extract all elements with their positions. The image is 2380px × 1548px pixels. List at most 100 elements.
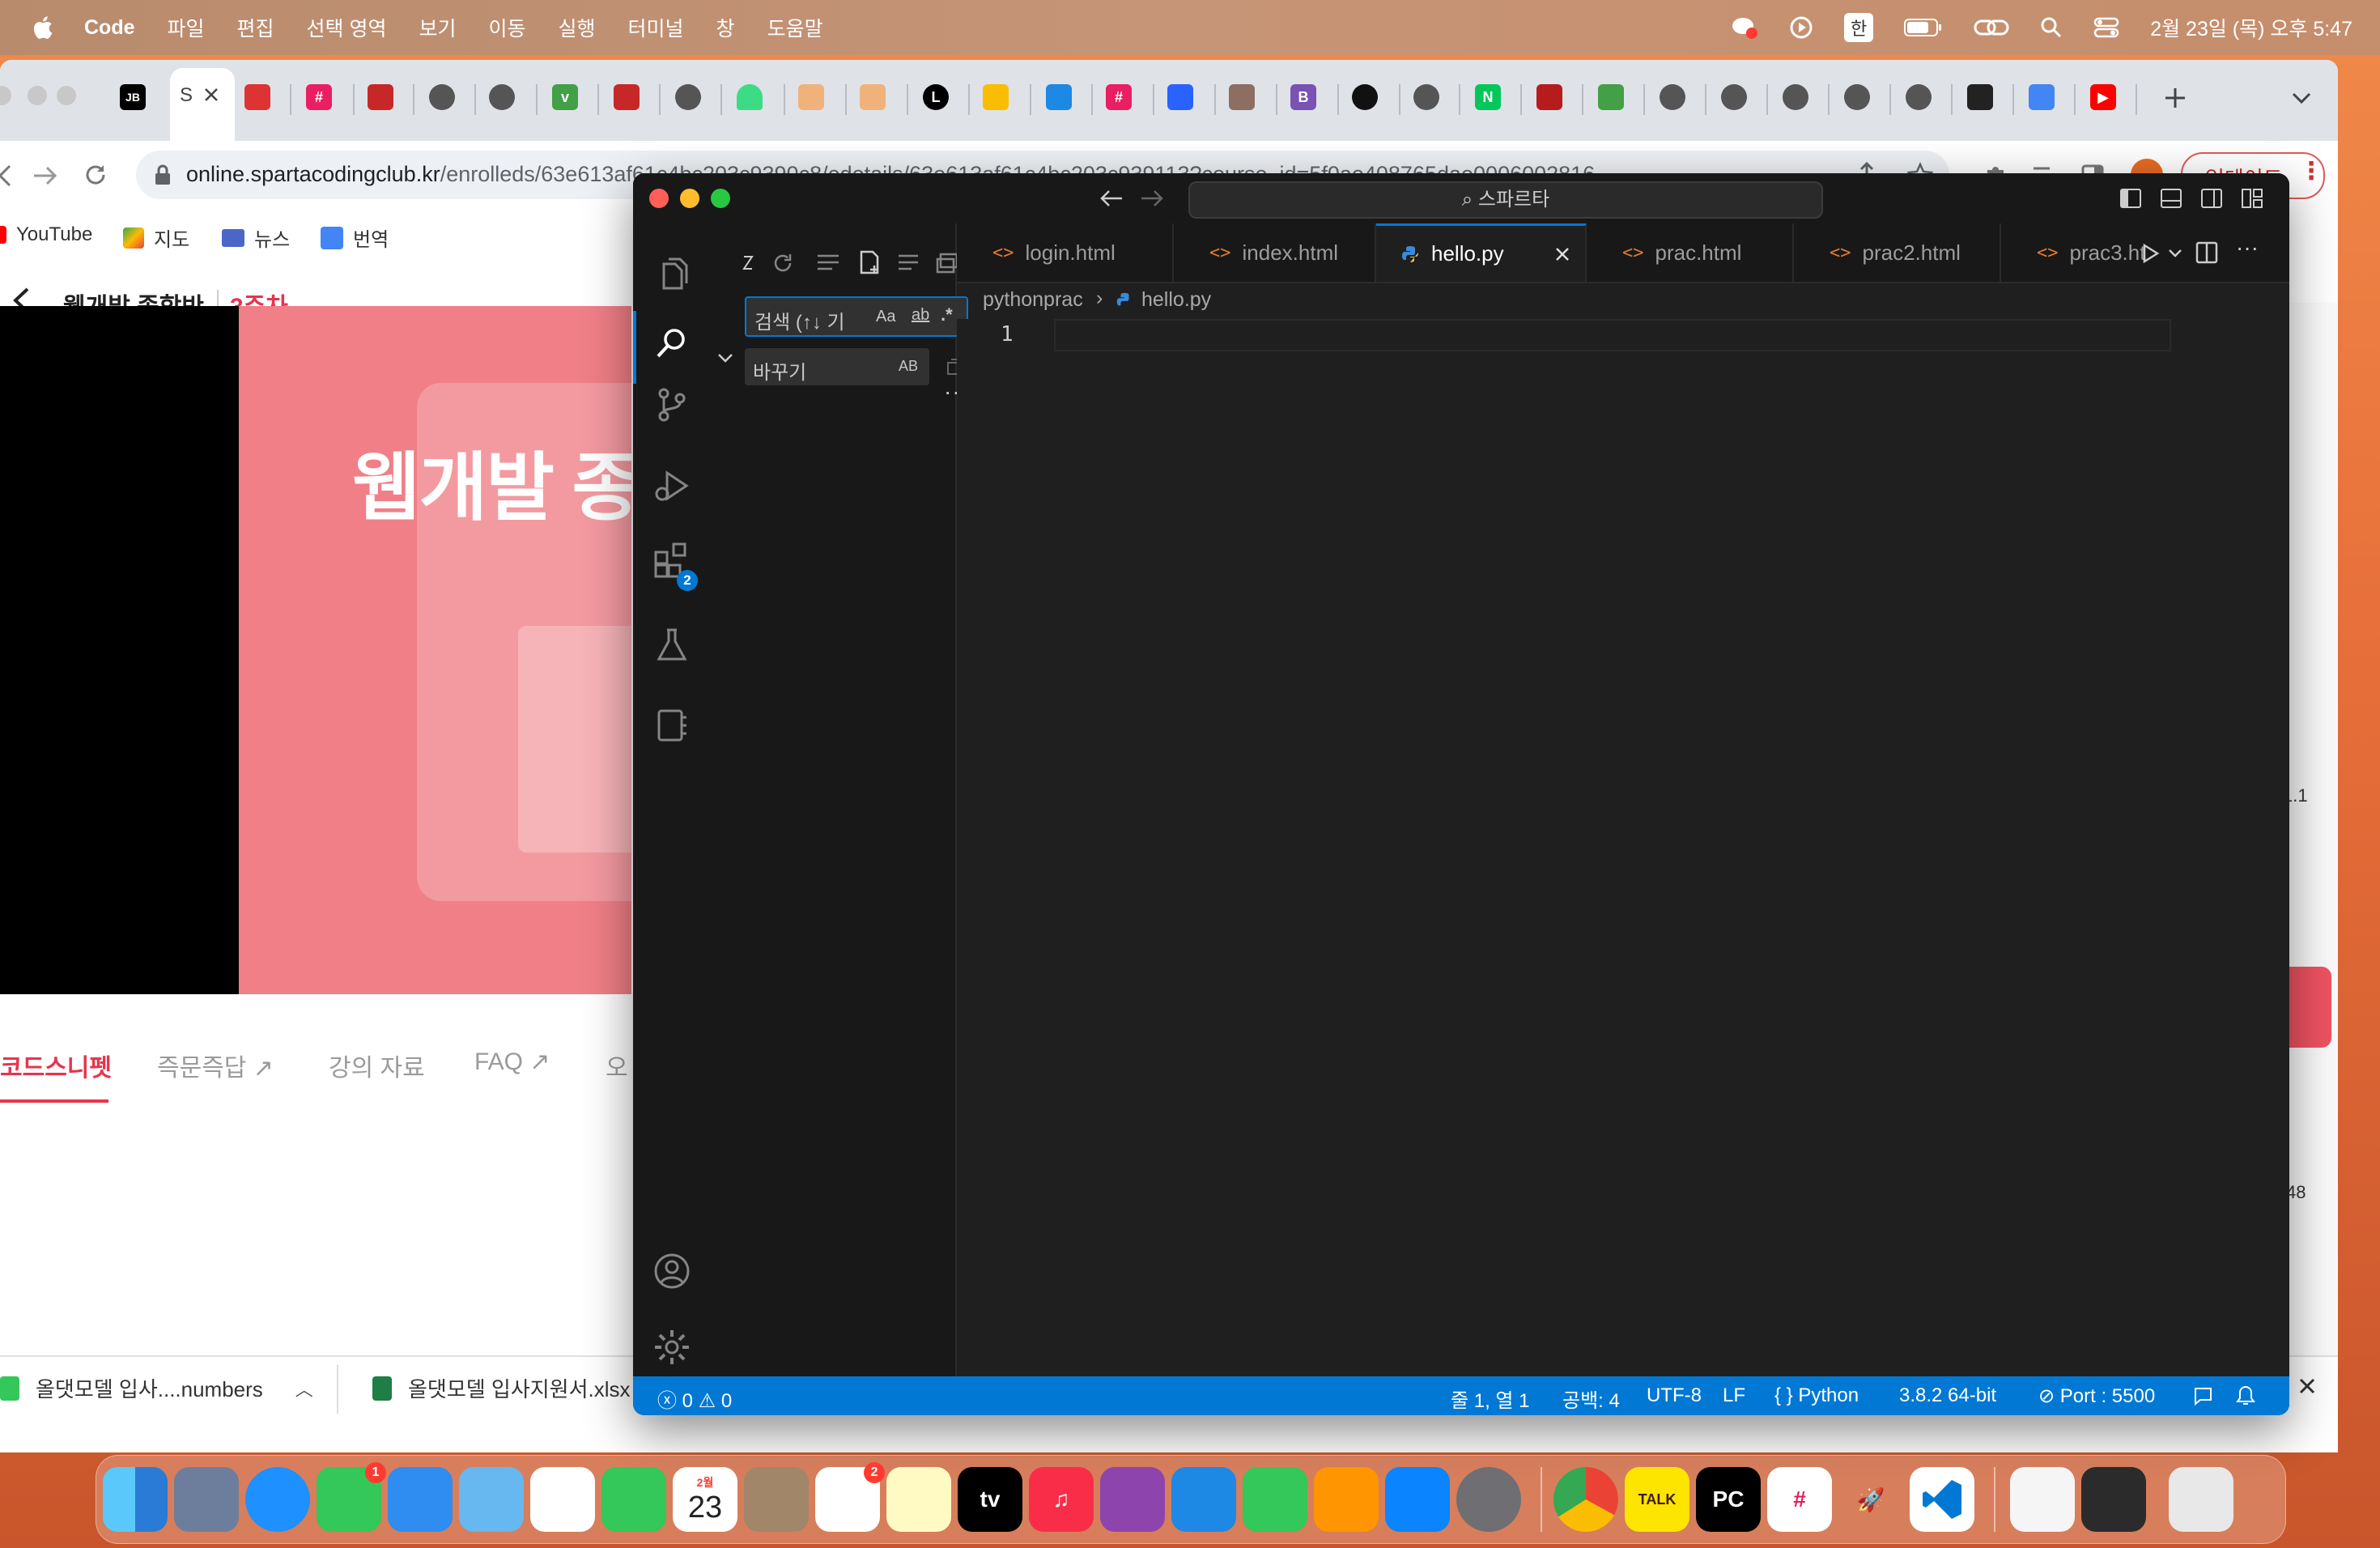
breadcrumb-file[interactable]: hello.py bbox=[1141, 288, 1211, 312]
notifications-bell-icon[interactable] bbox=[2236, 1384, 2255, 1407]
reload-icon[interactable] bbox=[83, 162, 108, 188]
run-python-file-icon[interactable] bbox=[2142, 243, 2160, 264]
photos-icon[interactable] bbox=[530, 1467, 595, 1532]
tab-red-book-icon[interactable] bbox=[244, 84, 270, 110]
tab-dots-icon[interactable] bbox=[1967, 84, 1993, 110]
safari-icon[interactable] bbox=[245, 1467, 310, 1532]
forward-icon[interactable] bbox=[32, 164, 58, 188]
preserve-case-toggle[interactable]: AB bbox=[899, 358, 918, 375]
tab-vimeo-icon[interactable]: v bbox=[552, 84, 578, 110]
toggle-panel-icon[interactable] bbox=[2160, 188, 2182, 209]
tab-bootstrap-icon[interactable]: B bbox=[1290, 84, 1316, 110]
active-browser-tab[interactable]: S bbox=[170, 68, 235, 141]
tab-faq[interactable]: FAQ ↗ bbox=[474, 1048, 550, 1076]
finder-icon[interactable] bbox=[103, 1467, 168, 1532]
run-options-chevron-icon[interactable] bbox=[2168, 248, 2182, 259]
close-downloads-icon[interactable] bbox=[2297, 1376, 2317, 1396]
window-minimize-inactive[interactable] bbox=[28, 86, 47, 105]
tab-android-icon[interactable] bbox=[737, 84, 763, 110]
command-center[interactable]: ⌕ 스파르타 bbox=[1188, 181, 1823, 219]
cursor-position[interactable]: 줄 1, 열 1 bbox=[1451, 1384, 1530, 1413]
contacts-icon[interactable] bbox=[744, 1467, 809, 1532]
bookmark-youtube[interactable]: YouTube bbox=[0, 223, 92, 246]
tab-search-chevron-icon[interactable] bbox=[2291, 91, 2312, 105]
accounts-icon[interactable] bbox=[652, 1252, 691, 1291]
chevron-up-icon[interactable]: ︿ bbox=[295, 1376, 313, 1401]
menu-view[interactable]: 보기 bbox=[419, 13, 456, 42]
menu-edit[interactable]: 편집 bbox=[237, 13, 274, 42]
tab-code-snippet[interactable]: 코드스니펫 bbox=[0, 1048, 112, 1083]
tab-slack-icon[interactable]: # bbox=[306, 84, 332, 110]
menu-run[interactable]: 실행 bbox=[559, 13, 596, 42]
lock-icon[interactable] bbox=[154, 164, 172, 186]
regex-toggle[interactable]: .* bbox=[941, 304, 953, 325]
window-zoom-button[interactable] bbox=[711, 189, 730, 208]
maps-app-icon[interactable] bbox=[459, 1467, 524, 1532]
tab-prac3-html[interactable]: <> prac3.ht bbox=[2001, 223, 2145, 282]
facetime-icon[interactable] bbox=[601, 1467, 666, 1532]
app-store-icon[interactable] bbox=[1385, 1467, 1450, 1532]
play-circle-icon[interactable] bbox=[1789, 15, 1813, 40]
music-icon[interactable]: ♫ bbox=[1029, 1467, 1094, 1532]
menu-selection[interactable]: 선택 영역 bbox=[307, 13, 387, 42]
vscode-icon[interactable] bbox=[1910, 1467, 1974, 1532]
tab-jar-icon[interactable] bbox=[798, 84, 824, 110]
close-tab-icon[interactable] bbox=[202, 86, 220, 104]
tab-index-html[interactable]: <> index.html bbox=[1174, 223, 1376, 282]
nav-forward-icon[interactable] bbox=[1140, 188, 1164, 209]
kakaotalk-icon[interactable]: TALK bbox=[1625, 1467, 1689, 1532]
tab-globe-icon[interactable] bbox=[489, 84, 515, 110]
tab-translate-icon[interactable] bbox=[2029, 84, 2055, 110]
apple-tv-icon[interactable]: tv bbox=[958, 1467, 1022, 1532]
tab-globe-icon[interactable] bbox=[1906, 84, 1932, 110]
menu-file[interactable]: 파일 bbox=[168, 13, 205, 42]
tab-blue-icon[interactable] bbox=[1167, 84, 1193, 110]
tab-slack-icon[interactable]: # bbox=[1106, 84, 1132, 110]
tab-globe-icon[interactable] bbox=[1413, 84, 1439, 110]
toggle-primary-sidebar-icon[interactable] bbox=[2119, 188, 2142, 209]
tab-globe-icon[interactable] bbox=[1844, 84, 1870, 110]
explorer-icon[interactable] bbox=[652, 256, 691, 295]
match-case-toggle[interactable]: Aa bbox=[876, 308, 895, 326]
apple-icon[interactable] bbox=[31, 15, 53, 40]
code-editor[interactable]: 1 bbox=[957, 319, 2289, 1376]
tab-more[interactable]: 오 bbox=[606, 1048, 628, 1083]
clock[interactable]: 2월 23일 (목) 오후 5:47 bbox=[2150, 13, 2352, 42]
notes-icon[interactable] bbox=[886, 1467, 951, 1532]
menu-go[interactable]: 이동 bbox=[489, 13, 526, 42]
tab-qna[interactable]: 즉문즉답 ↗ bbox=[157, 1048, 274, 1083]
window-close-inactive[interactable] bbox=[0, 86, 11, 105]
split-editor-icon[interactable] bbox=[2195, 241, 2218, 264]
live-server-port[interactable]: ⊘ Port : 5500 bbox=[2038, 1384, 2155, 1408]
encoding-status[interactable]: UTF-8 bbox=[1647, 1384, 1702, 1407]
menu-terminal[interactable]: 터미널 bbox=[628, 13, 684, 42]
tab-materials[interactable]: 강의 자료 bbox=[329, 1048, 425, 1083]
podcasts-icon[interactable] bbox=[1100, 1467, 1165, 1532]
new-tab-icon[interactable] bbox=[2163, 86, 2187, 110]
menu-help[interactable]: 도움말 bbox=[767, 13, 823, 42]
testing-flask-icon[interactable] bbox=[652, 625, 691, 664]
tab-books-icon[interactable] bbox=[1229, 84, 1255, 110]
back-icon[interactable] bbox=[0, 164, 13, 188]
tab-naver-icon[interactable]: N bbox=[1475, 84, 1501, 110]
system-settings-icon[interactable] bbox=[1456, 1467, 1521, 1532]
tab-red-book-icon[interactable] bbox=[368, 84, 393, 110]
search-icon[interactable] bbox=[652, 324, 691, 363]
clear-results-icon[interactable] bbox=[816, 253, 840, 274]
link-icon[interactable] bbox=[1974, 16, 2009, 39]
nav-back-icon[interactable] bbox=[1099, 188, 1124, 209]
trash-icon[interactable] bbox=[2169, 1467, 2233, 1532]
source-control-icon[interactable] bbox=[652, 385, 691, 424]
keynote-icon[interactable] bbox=[1171, 1467, 1236, 1532]
view-as-tree-icon[interactable] bbox=[897, 253, 921, 274]
terminal-window-icon[interactable] bbox=[2081, 1467, 2146, 1532]
toggle-replace-chevron-icon[interactable] bbox=[717, 353, 733, 364]
more-vertical-icon[interactable]: ⋮ bbox=[2299, 157, 2323, 185]
feedback-icon[interactable] bbox=[2192, 1386, 2213, 1406]
customize-layout-icon[interactable] bbox=[2241, 188, 2263, 209]
pages-icon[interactable] bbox=[1314, 1467, 1379, 1532]
tab-github-icon[interactable] bbox=[1352, 84, 1378, 110]
tab-globe-icon[interactable] bbox=[675, 84, 701, 110]
download-item[interactable]: 올댓모델 입사지원서.xlsx bbox=[372, 1373, 631, 1403]
next-button[interactable] bbox=[2283, 967, 2331, 1048]
